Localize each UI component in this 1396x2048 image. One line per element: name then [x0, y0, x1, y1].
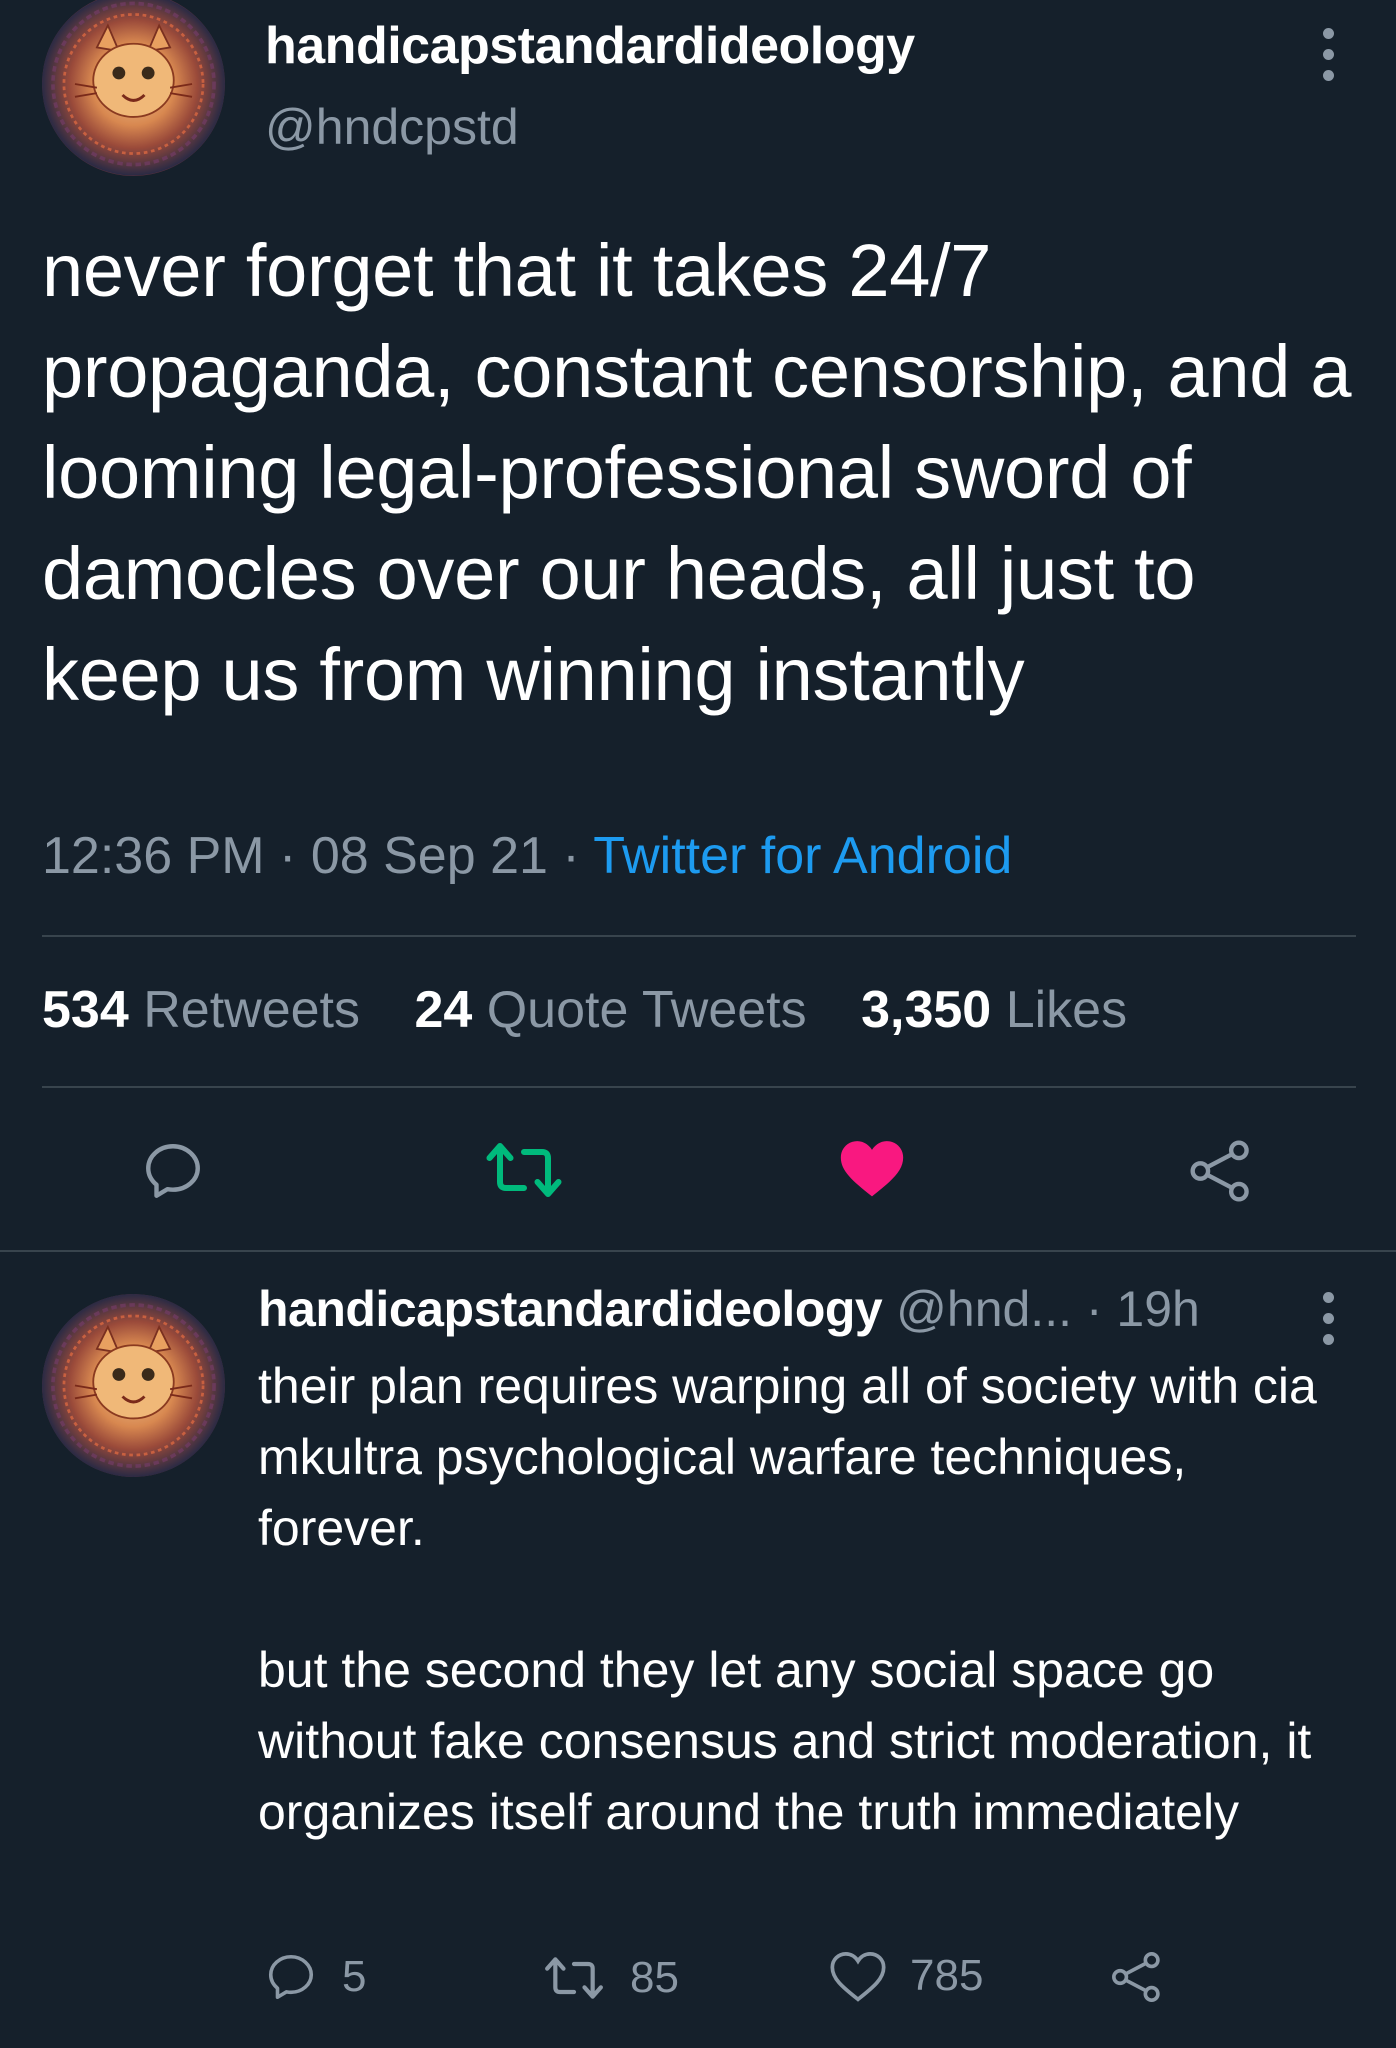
handle[interactable]: @hndcpstd [265, 98, 519, 156]
reply-count: 5 [342, 1952, 367, 2001]
reply-more-options-icon[interactable] [1323, 1292, 1335, 1345]
meta-separator: · [279, 827, 297, 885]
reply-retweet-button[interactable]: 85 [542, 1950, 679, 2006]
divider [42, 935, 1356, 937]
reply-display-name[interactable]: handicapstandardideology [258, 1281, 883, 1337]
retweet-button[interactable] [484, 1134, 564, 1206]
tweet-meta: 12:36 PM · 08 Sep 21 · Twitter for Andro… [42, 826, 1012, 886]
retweet-icon [486, 1143, 562, 1197]
reply-text: their plan requires warping all of socie… [258, 1358, 1317, 1840]
heart-icon [840, 1141, 904, 1197]
quotes-stat[interactable]: 24 Quote Tweets [414, 981, 806, 1039]
reply-reply-button[interactable]: 5 [264, 1950, 366, 2004]
reply-share-button[interactable] [1110, 1950, 1164, 2004]
like-button[interactable] [838, 1136, 906, 1200]
retweets-count: 534 [42, 981, 129, 1039]
likes-stat[interactable]: 3,350 Likes [861, 981, 1127, 1039]
reply-header: handicapstandardideology @hnd... · 19h [258, 1280, 1200, 1338]
reply-button[interactable] [140, 1138, 206, 1204]
avatar[interactable] [42, 0, 225, 176]
retweet-count: 85 [630, 1953, 679, 2002]
more-options-icon[interactable] [1323, 28, 1335, 81]
reply-age: · 19h [1085, 1281, 1200, 1337]
tweet-text: never forget that it takes 24/7 propagan… [42, 229, 1372, 716]
reply-icon [146, 1144, 200, 1198]
tweet-source-link[interactable]: Twitter for Android [593, 827, 1012, 885]
display-name[interactable]: handicapstandardideology [265, 16, 915, 76]
divider [0, 1250, 1396, 1252]
reply-like-button[interactable]: 785 [830, 1950, 983, 2002]
cat-avatar-image [42, 1294, 225, 1477]
likes-label: Likes [1005, 981, 1128, 1039]
quotes-count: 24 [414, 981, 473, 1039]
share-icon [1112, 1952, 1160, 2002]
tweet-date: 08 Sep 21 [310, 827, 548, 885]
like-count: 785 [910, 1951, 984, 2000]
quotes-label: Quote Tweets [486, 981, 807, 1039]
reply-icon [268, 1954, 314, 2000]
heart-icon [830, 1951, 886, 2002]
cat-avatar-image [42, 0, 225, 176]
tweet-time: 12:36 PM [42, 827, 265, 885]
retweets-stat[interactable]: 534 Retweets [42, 981, 360, 1039]
meta-separator: · [562, 827, 580, 885]
likes-count: 3,350 [861, 981, 992, 1039]
retweets-label: Retweets [143, 981, 360, 1039]
tweet-stats: 534 Retweets 24 Quote Tweets 3,350 Likes [42, 980, 1167, 1040]
share-button[interactable] [1188, 1138, 1254, 1204]
reply-handle[interactable]: @hnd... [896, 1281, 1072, 1337]
retweet-icon [545, 1957, 603, 1999]
divider [42, 1086, 1356, 1088]
share-icon [1190, 1140, 1249, 1202]
reply-avatar[interactable] [42, 1294, 225, 1477]
